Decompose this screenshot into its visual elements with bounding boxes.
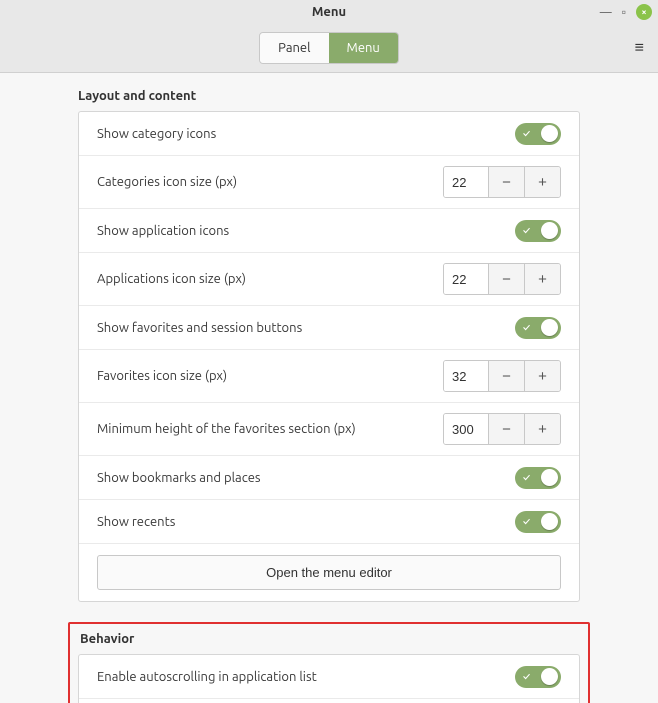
tab-menu[interactable]: Menu [329,33,398,63]
label-show-category-icons: Show category icons [97,127,216,141]
label-show-recents: Show recents [97,515,175,529]
button-applications-size-increment[interactable]: + [524,264,560,294]
row-show-category-icons: Show category icons ✓ [79,112,579,156]
close-icon[interactable]: × [636,4,652,20]
row-show-favorites-session: Show favorites and session buttons ✓ [79,306,579,350]
minimize-icon[interactable]: — [600,6,612,19]
section-layout-title: Layout and content [78,89,580,103]
section-behavior-title: Behavior [80,632,580,646]
titlebar: Menu — ▫ × [0,0,658,24]
row-show-bookmarks: Show bookmarks and places ✓ [79,456,579,500]
toggle-show-favorites-session[interactable]: ✓ [515,317,561,339]
panel-behavior: Enable autoscrolling in application list… [78,654,580,703]
panel-layout: Show category icons ✓ Categories icon si… [78,111,580,602]
hamburger-icon[interactable]: ≡ [635,39,644,58]
spinner-categories-icon-size: − + [443,166,561,198]
label-categories-icon-size: Categories icon size (px) [97,175,237,189]
button-favorites-size-increment[interactable]: + [524,361,560,391]
row-path-entry: Enable filesystem path entry in search b… [79,699,579,703]
button-applications-size-decrement[interactable]: − [488,264,524,294]
toggle-show-application-icons[interactable]: ✓ [515,220,561,242]
highlight-behavior: Behavior Enable autoscrolling in applica… [68,622,590,703]
row-min-height-favorites: Minimum height of the favorites section … [79,403,579,456]
input-applications-icon-size[interactable] [444,264,488,294]
row-categories-icon-size: Categories icon size (px) − + [79,156,579,209]
button-min-height-increment[interactable]: + [524,414,560,444]
label-applications-icon-size: Applications icon size (px) [97,272,246,286]
content-area: Layout and content Show category icons ✓… [0,73,658,703]
spinner-min-height-favorites: − + [443,413,561,445]
toolbar: Panel Menu ≡ [0,24,658,73]
row-open-menu-editor: Open the menu editor [79,544,579,601]
label-show-favorites-session: Show favorites and session buttons [97,321,302,335]
row-applications-icon-size: Applications icon size (px) − + [79,253,579,306]
toggle-show-recents[interactable]: ✓ [515,511,561,533]
tab-panel[interactable]: Panel [260,33,328,63]
button-categories-size-increment[interactable]: + [524,167,560,197]
row-show-recents: Show recents ✓ [79,500,579,544]
button-min-height-decrement[interactable]: − [488,414,524,444]
button-categories-size-decrement[interactable]: − [488,167,524,197]
button-open-menu-editor[interactable]: Open the menu editor [97,555,561,590]
row-favorites-icon-size: Favorites icon size (px) − + [79,350,579,403]
label-min-height-favorites: Minimum height of the favorites section … [97,422,356,436]
toggle-autoscrolling[interactable]: ✓ [515,666,561,688]
input-categories-icon-size[interactable] [444,167,488,197]
spinner-favorites-icon-size: − + [443,360,561,392]
label-autoscrolling: Enable autoscrolling in application list [97,670,317,684]
row-autoscrolling: Enable autoscrolling in application list… [79,655,579,699]
spinner-applications-icon-size: − + [443,263,561,295]
label-favorites-icon-size: Favorites icon size (px) [97,369,227,383]
window-controls: — ▫ × [600,0,652,24]
button-favorites-size-decrement[interactable]: − [488,361,524,391]
tab-group: Panel Menu [259,32,399,64]
row-show-application-icons: Show application icons ✓ [79,209,579,253]
maximize-icon[interactable]: ▫ [622,5,626,19]
label-show-application-icons: Show application icons [97,224,229,238]
toggle-show-category-icons[interactable]: ✓ [515,123,561,145]
window-title: Menu [312,5,346,19]
input-favorites-icon-size[interactable] [444,361,488,391]
toggle-show-bookmarks[interactable]: ✓ [515,467,561,489]
label-show-bookmarks: Show bookmarks and places [97,471,261,485]
input-min-height-favorites[interactable] [444,414,488,444]
